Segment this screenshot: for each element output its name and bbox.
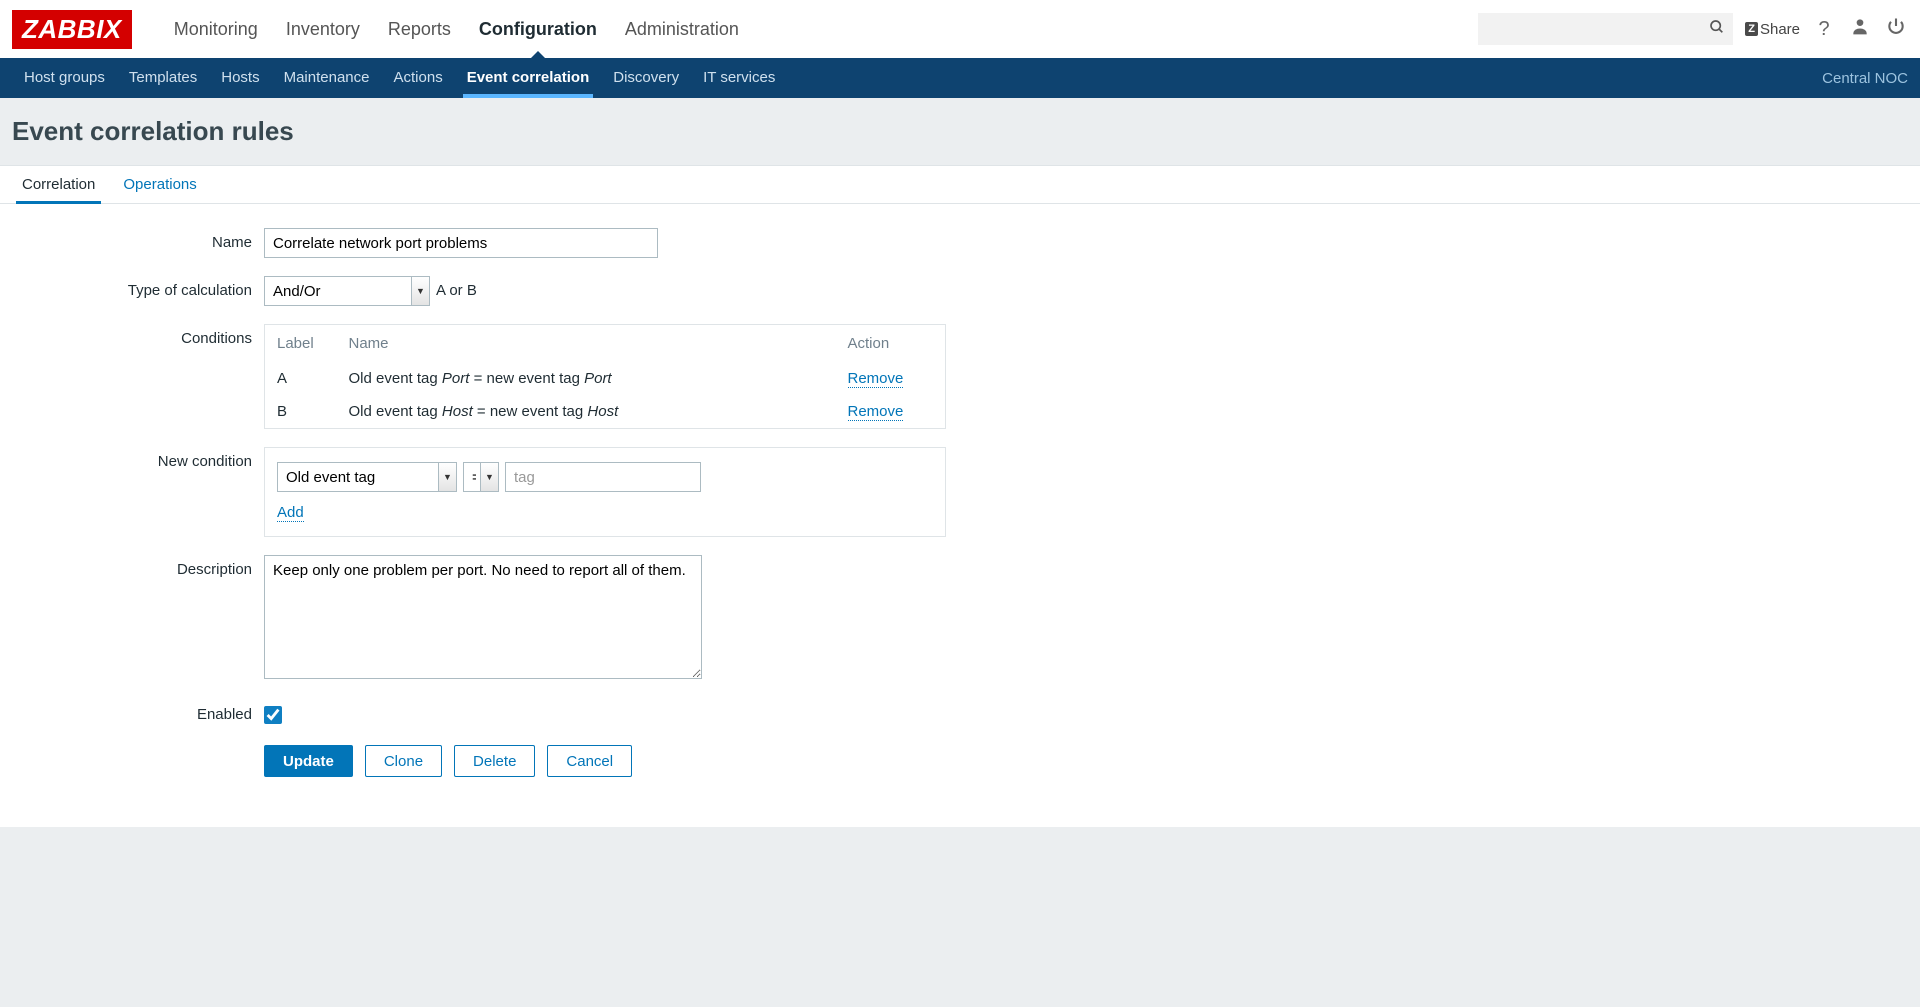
table-row: A Old event tag Port = new event tag Por… [265,362,946,395]
topbar: ZABBIX Monitoring Inventory Reports Conf… [0,0,1920,58]
label-enabled: Enabled [16,700,264,727]
subnav-context-label: Central NOC [1822,70,1908,87]
tab-correlation[interactable]: Correlation [8,166,109,203]
subnav-event-correlation[interactable]: Event correlation [455,58,602,98]
label-new-condition: New condition [16,447,264,537]
condition-label: B [265,395,337,429]
power-icon[interactable] [1884,16,1908,42]
delete-button[interactable]: Delete [454,745,535,777]
topnav-monitoring[interactable]: Monitoring [160,0,272,58]
subnav: Host groups Templates Hosts Maintenance … [0,58,1920,98]
logo-text: ZABBIX [22,14,122,44]
conditions-header-action: Action [836,325,946,363]
form-buttons: Update Clone Delete Cancel [264,745,632,777]
topbar-right: Z Share ? [1478,13,1908,45]
label-name: Name [16,228,264,258]
subnav-maintenance[interactable]: Maintenance [272,58,382,98]
search-icon[interactable] [1709,19,1725,40]
share-link[interactable]: Z Share [1745,21,1800,38]
clone-button[interactable]: Clone [365,745,442,777]
logo[interactable]: ZABBIX [12,10,132,49]
conditions-header-label: Label [265,325,337,363]
add-condition-link[interactable]: Add [277,504,304,522]
help-icon[interactable]: ? [1812,18,1836,41]
cancel-button[interactable]: Cancel [547,745,632,777]
conditions-header-name: Name [337,325,836,363]
subnav-hosts[interactable]: Hosts [209,58,271,98]
share-label: Share [1760,21,1800,38]
search-box[interactable] [1478,13,1733,45]
name-field[interactable] [264,228,658,258]
page-title: Event correlation rules [0,98,1920,165]
tab-operations[interactable]: Operations [109,166,210,203]
new-condition-tag-input[interactable] [505,462,701,492]
description-field[interactable] [264,555,702,679]
share-badge-icon: Z [1745,22,1758,36]
subnav-templates[interactable]: Templates [117,58,209,98]
label-description: Description [16,555,264,682]
conditions-table: Label Name Action A Old event tag Port =… [264,324,946,429]
topnav-inventory[interactable]: Inventory [272,0,374,58]
topnav-configuration[interactable]: Configuration [465,0,611,58]
condition-name: Old event tag Host = new event tag Host [337,395,836,429]
tabs: Correlation Operations [0,166,1920,204]
content-panel: Correlation Operations Name Type of calc… [0,165,1920,827]
remove-condition-link[interactable]: Remove [848,403,904,421]
correlation-form: Name Type of calculation And/Or ▼ A or B… [0,204,1920,827]
condition-name: Old event tag Port = new event tag Port [337,362,836,395]
enabled-checkbox[interactable] [264,706,282,724]
search-input[interactable] [1486,21,1709,37]
remove-condition-link[interactable]: Remove [848,370,904,388]
topnav-reports[interactable]: Reports [374,0,465,58]
type-of-calculation-select[interactable]: And/Or [264,276,430,306]
subnav-host-groups[interactable]: Host groups [12,58,117,98]
subnav-it-services[interactable]: IT services [691,58,787,98]
subnav-discovery[interactable]: Discovery [601,58,691,98]
condition-label: A [265,362,337,395]
table-row: B Old event tag Host = new event tag Hos… [265,395,946,429]
user-icon[interactable] [1848,16,1872,42]
topnav-administration[interactable]: Administration [611,0,753,58]
label-conditions: Conditions [16,324,264,429]
subnav-actions[interactable]: Actions [382,58,455,98]
topnav: Monitoring Inventory Reports Configurati… [160,0,753,58]
update-button[interactable]: Update [264,745,353,777]
calculation-expression: A or B [436,276,477,306]
label-type-of-calculation: Type of calculation [16,276,264,306]
new-condition-type-select[interactable]: Old event tag [277,462,457,492]
new-condition-operator-select[interactable]: = [463,462,499,492]
